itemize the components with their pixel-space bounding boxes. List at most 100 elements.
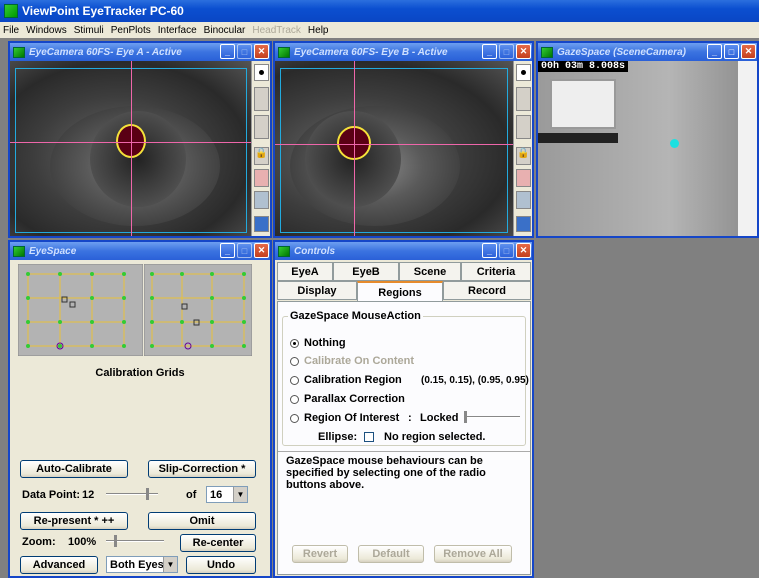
- lock-icon[interactable]: 🔒: [516, 147, 531, 165]
- radio-nothing[interactable]: Nothing: [290, 337, 346, 349]
- glint-icon[interactable]: [254, 191, 269, 209]
- eye-b-titlebar[interactable]: EyeCamera 60FS- Eye B - Active _ □ ✕: [275, 43, 532, 61]
- omit-button[interactable]: Omit: [148, 512, 256, 530]
- default-button: Default: [358, 545, 424, 563]
- slider-top[interactable]: [254, 87, 269, 111]
- tab-eyeb[interactable]: EyeB: [333, 262, 399, 281]
- controls-icon: [278, 245, 290, 257]
- dot-tool-icon[interactable]: [254, 64, 269, 81]
- eye-b-toolbar: 🔒: [513, 61, 532, 236]
- divider: [278, 451, 530, 452]
- calibration-region-value: (0.15, 0.15), (0.95, 0.95): [421, 375, 529, 386]
- menu-windows[interactable]: Windows: [26, 25, 67, 36]
- camera-icon: [278, 46, 290, 58]
- eye-b-camera-view[interactable]: [275, 61, 513, 236]
- roi-lock-state: Locked: [420, 412, 459, 424]
- dot-tool-icon[interactable]: [516, 64, 531, 81]
- gazespace-titlebar[interactable]: GazeSpace (SceneCamera) _ □ ✕: [538, 43, 757, 61]
- close-button[interactable]: ✕: [516, 243, 531, 258]
- close-button[interactable]: ✕: [254, 243, 269, 258]
- tab-display[interactable]: Display: [277, 281, 357, 300]
- radio-dot: [290, 356, 299, 366]
- close-button[interactable]: ✕: [516, 44, 531, 59]
- maximize-button: □: [499, 44, 514, 59]
- menu-file[interactable]: File: [3, 25, 19, 36]
- eye-b-title: EyeCamera 60FS- Eye B - Active: [294, 46, 448, 58]
- menu-binocular[interactable]: Binocular: [204, 25, 246, 36]
- threshold-icon[interactable]: [516, 169, 531, 187]
- menu-help[interactable]: Help: [308, 25, 329, 36]
- slider-bottom[interactable]: [516, 115, 531, 139]
- radio-calibration-region[interactable]: Calibration Region: [290, 374, 402, 386]
- slip-correction-button[interactable]: Slip-Correction *: [148, 460, 256, 478]
- radio-label: Parallax Correction: [304, 393, 405, 405]
- eyespace-window: EyeSpace _ □ ✕ Calibration Grids Auto-Ca…: [8, 240, 272, 578]
- radio-parallax-correction[interactable]: Parallax Correction: [290, 393, 405, 405]
- threshold-icon[interactable]: [254, 169, 269, 187]
- slider-bottom[interactable]: [254, 115, 269, 139]
- controls-window: Controls _ □ ✕ EyeA EyeB Scene Criteria Di…: [273, 240, 534, 578]
- radio-label: Calibrate On Content: [304, 355, 415, 367]
- maximize-button[interactable]: □: [724, 44, 739, 59]
- controls-titlebar[interactable]: Controls _ □ ✕: [275, 242, 532, 260]
- minimize-button[interactable]: _: [707, 44, 722, 59]
- chevron-down-icon: ▼: [163, 557, 177, 572]
- slider-top[interactable]: [516, 87, 531, 111]
- eyespace-titlebar[interactable]: EyeSpace _ □ ✕: [10, 242, 270, 260]
- zoom-value: 100%: [68, 536, 97, 548]
- total-points-value: 16: [210, 488, 223, 501]
- glint-icon[interactable]: [516, 191, 531, 209]
- roi-slider[interactable]: [464, 411, 520, 423]
- close-button[interactable]: ✕: [254, 44, 269, 59]
- menu-interface[interactable]: Interface: [158, 25, 197, 36]
- help-text: GazeSpace mouse behaviours can be specif…: [286, 455, 486, 491]
- tab-eyea[interactable]: EyeA: [277, 262, 333, 281]
- gazespace-title: GazeSpace (SceneCamera): [557, 46, 686, 58]
- scene-camera-view[interactable]: 00h 03m 8.008s: [538, 61, 757, 236]
- tab-regions[interactable]: Regions: [357, 281, 443, 302]
- total-points-select[interactable]: 16 ▼: [206, 486, 248, 503]
- scene-object-picture: [550, 79, 616, 129]
- eye-a-camera-view[interactable]: [10, 61, 251, 236]
- radio-label: Calibration Region: [304, 374, 402, 386]
- app-title: ViewPoint EyeTracker PC-60: [22, 4, 184, 18]
- radio-region-of-interest[interactable]: Region Of Interest: [290, 412, 399, 424]
- image-icon[interactable]: [254, 216, 269, 232]
- data-point-slider[interactable]: [106, 488, 158, 500]
- regions-tab-panel: GazeSpace MouseAction Nothing Calibrate …: [277, 301, 531, 575]
- eye-a-toolbar: 🔒: [251, 61, 270, 236]
- advanced-button[interactable]: Advanced: [20, 556, 98, 574]
- auto-calibrate-button[interactable]: Auto-Calibrate: [20, 460, 128, 478]
- lock-icon[interactable]: 🔒: [254, 147, 269, 165]
- image-icon[interactable]: [516, 216, 531, 232]
- tab-scene[interactable]: Scene: [399, 262, 461, 281]
- zoom-slider[interactable]: [106, 535, 164, 547]
- minimize-button[interactable]: _: [220, 243, 235, 258]
- tab-criteria[interactable]: Criteria: [461, 262, 531, 281]
- minimize-button[interactable]: _: [482, 44, 497, 59]
- data-point-value: 12: [82, 489, 95, 501]
- eyes-select[interactable]: Both Eyes ▼: [106, 556, 178, 573]
- close-button[interactable]: ✕: [741, 44, 756, 59]
- recording-timer: 00h 03m 8.008s: [538, 61, 629, 72]
- re-center-button[interactable]: Re-center: [180, 534, 256, 552]
- menu-penplots[interactable]: PenPlots: [111, 25, 151, 36]
- minimize-button[interactable]: _: [482, 243, 497, 258]
- menubar: File Windows Stimuli PenPlots Interface …: [0, 22, 759, 38]
- undo-button[interactable]: Undo: [186, 556, 256, 574]
- calibration-grid-eye-a[interactable]: [18, 264, 143, 356]
- tab-record[interactable]: Record: [443, 281, 531, 300]
- ellipse-checkbox[interactable]: [364, 432, 374, 442]
- eye-b-search-box[interactable]: [280, 68, 508, 233]
- zoom-label: Zoom:: [22, 536, 56, 548]
- menu-stimuli[interactable]: Stimuli: [74, 25, 104, 36]
- eye-a-window: EyeCamera 60FS- Eye A - Active _ □ ✕ 🔒: [8, 41, 272, 238]
- minimize-button[interactable]: _: [220, 44, 235, 59]
- eye-a-titlebar[interactable]: EyeCamera 60FS- Eye A - Active _ □ ✕: [10, 43, 270, 61]
- scene-object-shelf: [538, 133, 618, 143]
- calibration-grid-eye-b[interactable]: [144, 264, 252, 356]
- app-titlebar: ViewPoint EyeTracker PC-60: [0, 0, 759, 22]
- menu-headtrack: HeadTrack: [252, 24, 301, 36]
- chevron-down-icon: ▼: [233, 487, 247, 502]
- re-present-button[interactable]: Re-present * ++: [20, 512, 128, 530]
